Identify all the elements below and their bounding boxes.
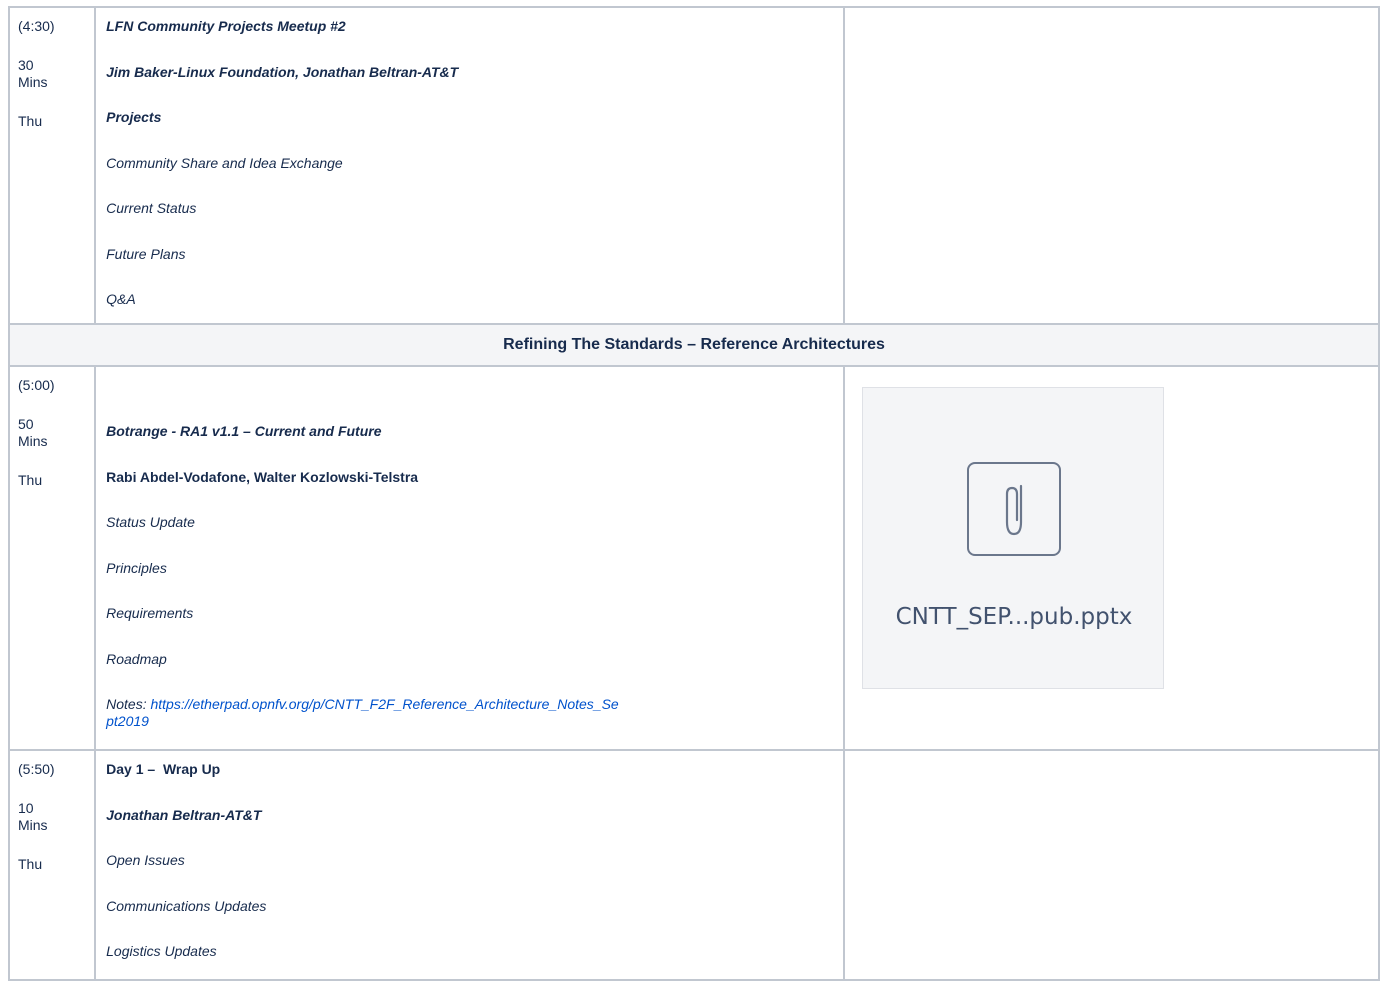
description-cell: Botrange - RA1 v1.1 – Current and Future…	[94, 365, 846, 751]
session-speakers: Jim Baker-Linux Foundation, Jonathan Bel…	[106, 63, 459, 80]
session-subheading: Projects	[106, 109, 162, 125]
time-cell: (5:50) 10 Mins Thu	[7, 749, 97, 981]
list-item: Current Status	[106, 200, 197, 216]
session-duration: 10 Mins	[18, 800, 48, 833]
session-speakers: Rabi Abdel-Vodafone, Walter Kozlowski-Te…	[106, 468, 419, 485]
list-item: Future Plans	[106, 245, 186, 262]
notes-label: Notes:	[106, 696, 151, 712]
description-cell: LFN Community Projects Meetup #2 Jim Bak…	[94, 6, 846, 325]
session-speakers: Jonathan Beltran-AT&T	[106, 806, 262, 823]
list-item: Status Update	[106, 514, 195, 530]
list-item: Requirements	[106, 605, 194, 621]
session-day: Thu	[18, 113, 43, 129]
list-item: Principles	[106, 559, 167, 576]
session-title: Botrange - RA1 v1.1 – Current and Future	[106, 423, 382, 439]
session-duration: 50 Mins	[18, 416, 48, 449]
table-row: (5:00) 50 Mins Thu Botrange - RA1 v1.1 –…	[7, 365, 1380, 751]
attachment-thumbnail[interactable]: CNTT_SEP...pub.pptx	[862, 387, 1164, 689]
session-title: LFN Community Projects Meetup #2	[106, 18, 346, 34]
time-cell: (4:30) 30 Mins Thu	[7, 6, 97, 325]
list-item: Roadmap	[106, 650, 167, 667]
section-header-row: Refining The Standards – Reference Archi…	[8, 323, 1380, 367]
time-cell: (5:00) 50 Mins Thu	[7, 365, 97, 751]
list-item: Communications Updates	[106, 897, 267, 914]
paperclip-icon	[1005, 484, 1023, 536]
session-time: (5:50)	[18, 761, 55, 777]
session-duration: 30 Mins	[18, 57, 48, 90]
notes: Notes: https://etherpad.opnfv.org/p/CNTT…	[106, 696, 626, 730]
table-row: (5:50) 10 Mins Thu Day 1 – Wrap Up Jonat…	[7, 749, 1380, 981]
list-item: Open Issues	[106, 852, 185, 868]
session-time: (5:00)	[18, 377, 55, 393]
attachment-cell	[843, 749, 1380, 981]
session-title: Day 1 – Wrap Up	[106, 761, 221, 777]
session-time: (4:30)	[18, 18, 55, 34]
table-row: (4:30) 30 Mins Thu LFN Community Project…	[7, 6, 1380, 325]
list-item: Q&A	[106, 291, 136, 307]
list-item: Community Share and Idea Exchange	[106, 154, 343, 171]
file-icon-frame	[967, 462, 1061, 556]
agenda-table: (4:30) 30 Mins Thu LFN Community Project…	[7, 6, 1380, 981]
section-header: Refining The Standards – Reference Archi…	[8, 323, 1380, 367]
notes-link[interactable]: https://etherpad.opnfv.org/p/CNTT_F2F_Re…	[106, 696, 619, 729]
session-day: Thu	[18, 472, 43, 488]
list-item: Logistics Updates	[106, 943, 217, 959]
description-cell: Day 1 – Wrap Up Jonathan Beltran-AT&T Op…	[94, 749, 846, 981]
attachment-cell	[843, 6, 1380, 325]
attachment-filename: CNTT_SEP...pub.pptx	[895, 604, 1133, 630]
session-day: Thu	[18, 856, 43, 872]
